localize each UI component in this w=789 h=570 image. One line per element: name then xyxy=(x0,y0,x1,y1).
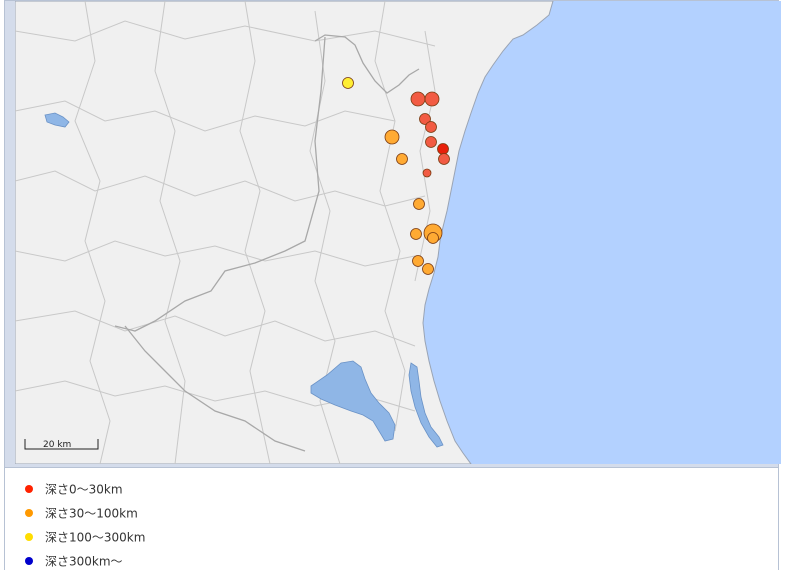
epicenter-marker[interactable] xyxy=(422,168,432,178)
epicenter-marker[interactable] xyxy=(427,232,439,244)
red-dot-icon xyxy=(25,484,33,493)
legend-item-depth-300-plus: 深さ300km～ xyxy=(25,553,123,569)
epicenter-marker[interactable] xyxy=(422,263,434,275)
legend-label: 深さ100～300km xyxy=(45,530,146,545)
legend-label: 深さ30～100km xyxy=(45,506,138,521)
epicenter-marker[interactable] xyxy=(425,136,437,148)
legend-label: 深さ300km～ xyxy=(45,554,123,569)
epicenter-marker[interactable] xyxy=(412,255,424,267)
legend: 深さ0～30km 深さ30～100km 深さ100～300km 深さ300km～ xyxy=(4,468,779,570)
map-frame[interactable]: 20 km xyxy=(4,0,781,468)
epicenter-marker[interactable] xyxy=(410,91,426,107)
orange-dot-icon xyxy=(25,508,33,517)
epicenter-marker[interactable] xyxy=(410,228,422,240)
blue-dot-icon xyxy=(25,556,33,565)
legend-item-depth-100-300: 深さ100～300km xyxy=(25,529,145,545)
epicenter-marker[interactable] xyxy=(437,143,449,155)
legend-label: 深さ0～30km xyxy=(45,482,123,497)
legend-item-depth-0-30: 深さ0～30km xyxy=(25,481,123,497)
epicenter-marker[interactable] xyxy=(413,198,425,210)
scale-bar-label: 20 km xyxy=(43,440,71,450)
epicenter-marker[interactable] xyxy=(425,121,437,133)
epicenter-marker[interactable] xyxy=(424,91,440,107)
legend-item-depth-30-100: 深さ30～100km xyxy=(25,505,138,521)
yellow-dot-icon xyxy=(25,532,33,541)
epicenter-marker[interactable] xyxy=(342,77,354,89)
epicenter-marker[interactable] xyxy=(396,153,408,165)
epicenter-marker[interactable] xyxy=(384,129,400,145)
epicenter-marker[interactable] xyxy=(438,153,450,165)
map-canvas[interactable]: 20 km xyxy=(15,1,781,464)
